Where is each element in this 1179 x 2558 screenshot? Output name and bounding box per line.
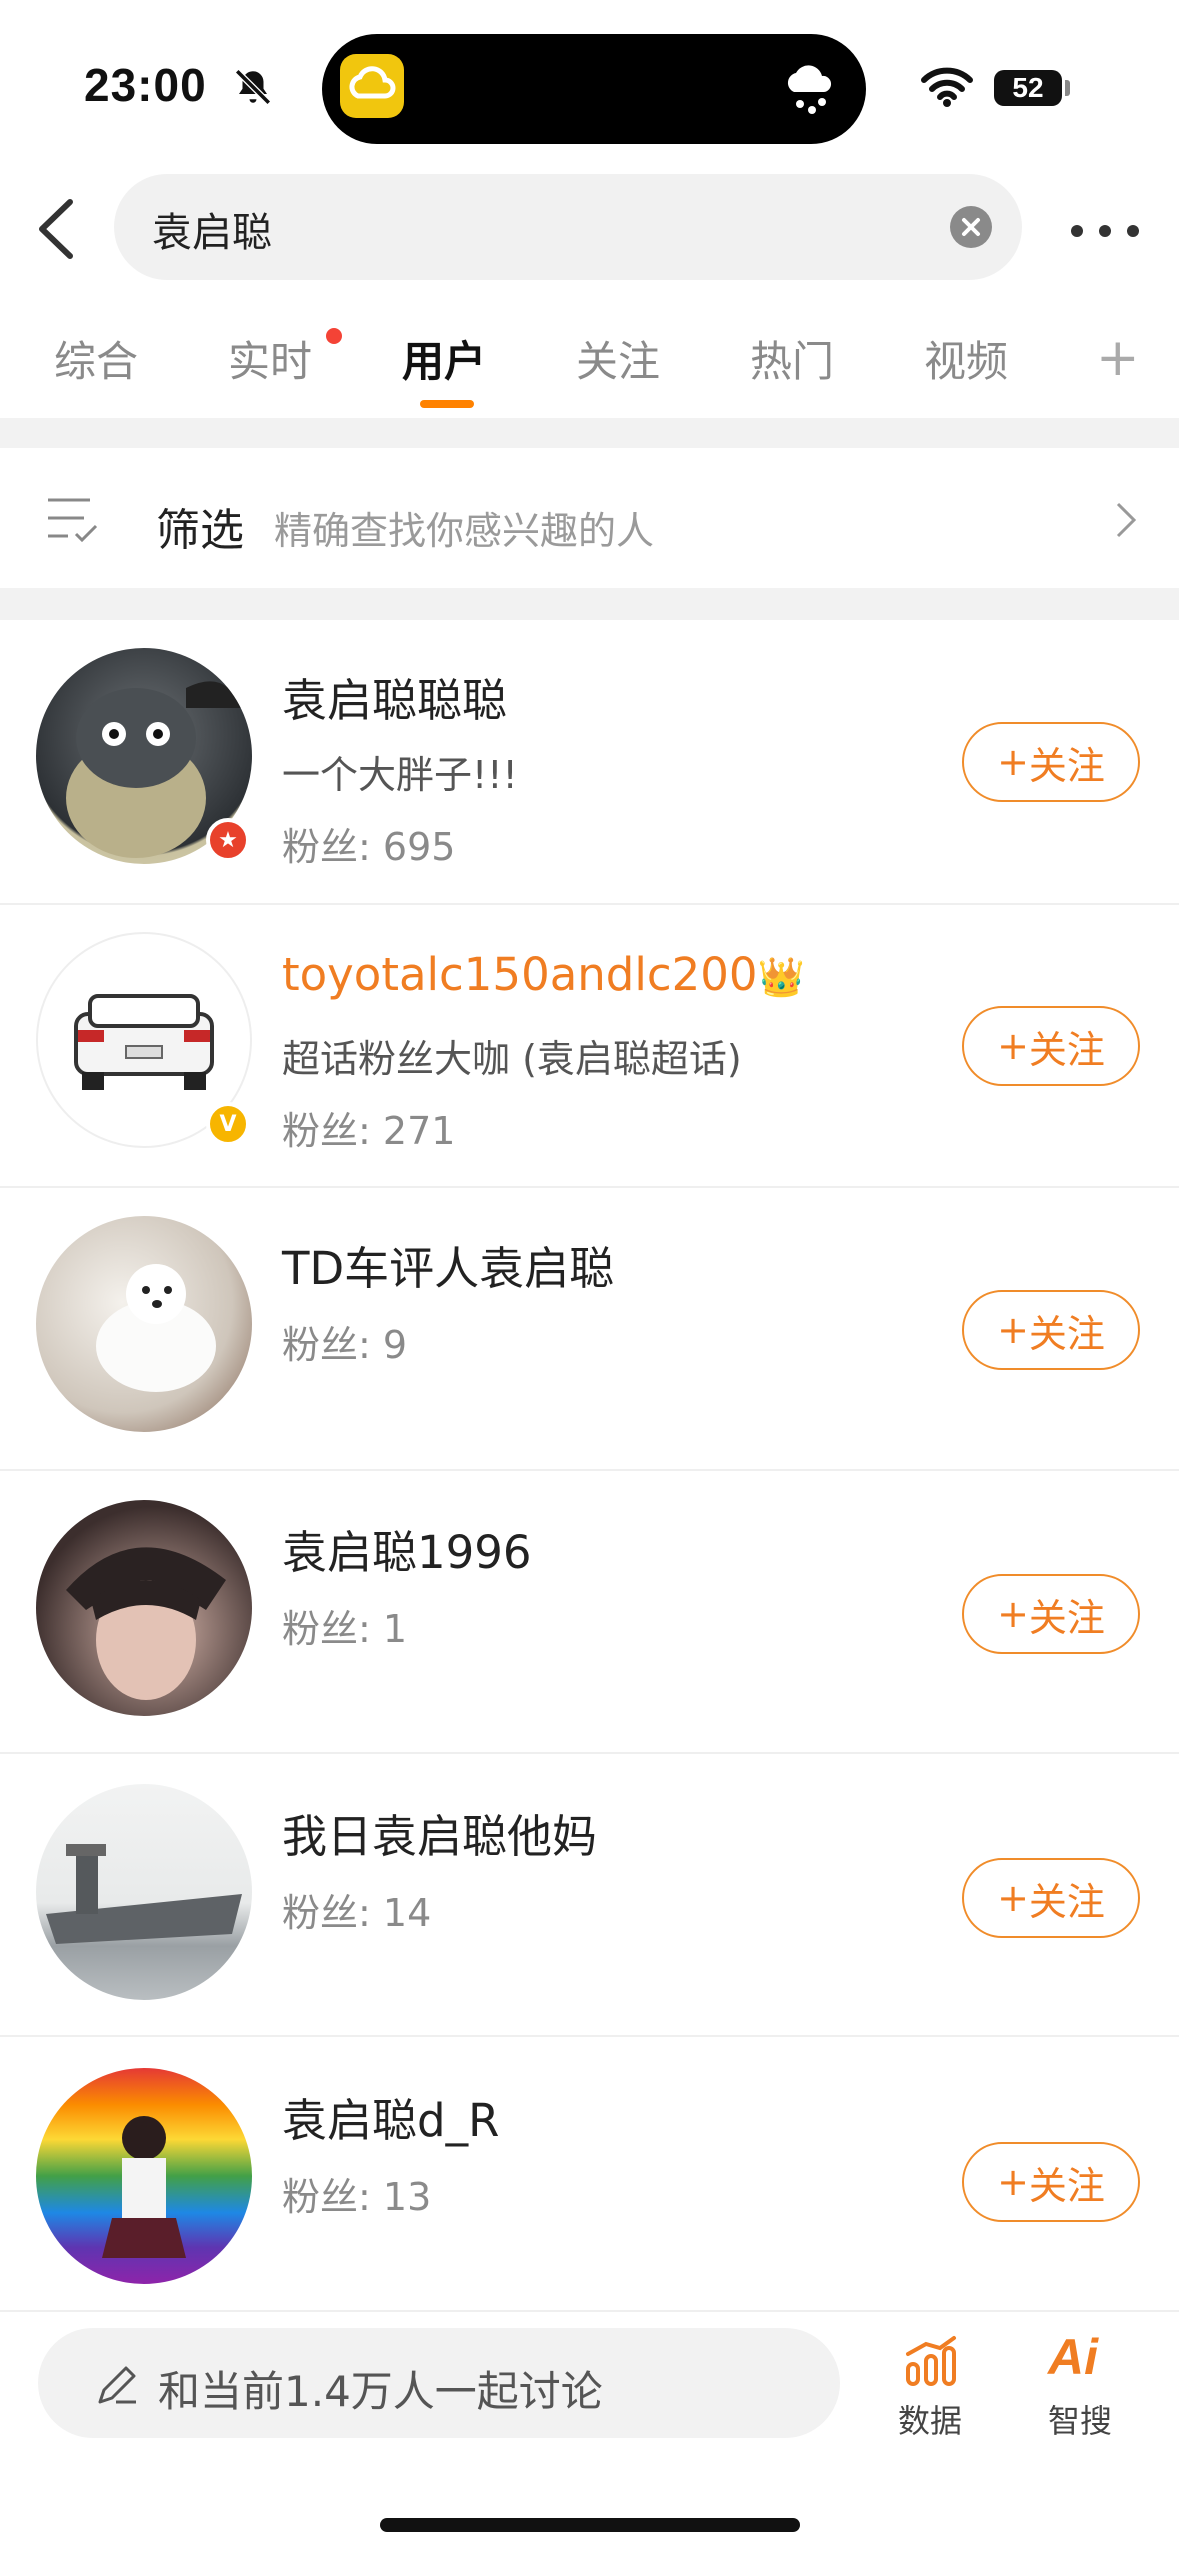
search-query[interactable]: 袁启聪 xyxy=(152,200,272,258)
rain-cloud-icon xyxy=(787,65,832,114)
follow-button[interactable]: + 关注 xyxy=(962,722,1140,802)
section-divider xyxy=(0,418,1179,448)
follow-button[interactable]: + 关注 xyxy=(962,1858,1140,1938)
follow-button[interactable]: + 关注 xyxy=(962,1574,1140,1654)
avatar[interactable] xyxy=(36,2068,252,2284)
user-fans: 粉丝: 1 xyxy=(282,1607,408,1651)
bell-slash-icon xyxy=(235,69,271,105)
ai-search-icon[interactable]: Ai xyxy=(1048,2328,1098,2386)
user-fans: 粉丝: 271 xyxy=(282,1109,456,1153)
user-name[interactable]: 袁启聪聪聪 xyxy=(282,664,507,729)
avatar[interactable] xyxy=(36,1216,252,1432)
add-tab-icon[interactable]: + xyxy=(1096,332,1140,384)
weather-app-icon xyxy=(340,54,404,118)
notification-dot xyxy=(326,328,342,344)
battery-icon: 52 xyxy=(994,70,1062,106)
more-options-icon[interactable] xyxy=(1070,224,1140,238)
ai-search-label[interactable]: 智搜 xyxy=(1048,2396,1112,2442)
user-description: 超话粉丝大咖 (袁启聪超话) xyxy=(282,1037,742,1081)
tab-综合[interactable]: 综合 xyxy=(54,328,138,389)
status-time: 23:00 xyxy=(84,59,207,111)
pencil-icon xyxy=(98,2366,136,2404)
wifi-icon xyxy=(921,67,973,107)
data-button-label[interactable]: 数据 xyxy=(898,2396,962,2442)
battery-tip xyxy=(1065,80,1070,96)
user-fans: 粉丝: 13 xyxy=(282,2175,432,2219)
user-name[interactable]: 袁启聪d_R xyxy=(282,2084,499,2149)
user-name[interactable]: 袁启聪1996 xyxy=(282,1516,532,1581)
user-description: 一个大胖子!!! xyxy=(282,753,518,797)
user-name[interactable]: TD车评人袁启聪 xyxy=(282,1232,614,1297)
user-name[interactable]: toyotalc150andlc200👑 xyxy=(282,948,805,1001)
user-fans: 粉丝: 695 xyxy=(282,825,456,869)
avatar[interactable] xyxy=(36,1500,252,1716)
verified-v-badge-icon: V xyxy=(206,1102,250,1146)
back-arrow-icon[interactable] xyxy=(32,196,80,262)
filter-button[interactable]: 筛选 xyxy=(156,494,244,558)
user-name[interactable]: 我日袁启聪他妈 xyxy=(282,1800,597,1865)
close-icon xyxy=(962,218,980,236)
filter-icon[interactable] xyxy=(44,492,102,544)
tab-用户[interactable]: 用户 xyxy=(402,328,486,389)
tab-视频[interactable]: 视频 xyxy=(924,328,1008,389)
tab-热门[interactable]: 热门 xyxy=(750,328,834,389)
discuss-placeholder[interactable]: 和当前1.4万人一起讨论 xyxy=(158,2358,603,2419)
follow-button[interactable]: + 关注 xyxy=(962,1290,1140,1370)
chevron-right-icon[interactable] xyxy=(1114,500,1138,540)
active-tab-indicator xyxy=(420,400,474,408)
crown-icon: 👑 xyxy=(757,955,805,999)
clear-search-button[interactable] xyxy=(950,206,992,248)
user-fans: 粉丝: 14 xyxy=(282,1891,432,1935)
tab-实时[interactable]: 实时 xyxy=(228,328,312,389)
tab-关注[interactable]: 关注 xyxy=(576,328,660,389)
filter-hint: 精确查找你感兴趣的人 xyxy=(274,509,655,553)
data-chart-icon[interactable] xyxy=(904,2334,958,2388)
follow-button[interactable]: + 关注 xyxy=(962,1006,1140,1086)
verified-star-badge-icon: ★ xyxy=(206,818,250,862)
section-divider xyxy=(0,588,1179,620)
user-fans: 粉丝: 9 xyxy=(282,1323,408,1367)
follow-button[interactable]: + 关注 xyxy=(962,2142,1140,2222)
avatar[interactable] xyxy=(36,1784,252,2000)
home-indicator[interactable] xyxy=(380,2518,800,2532)
